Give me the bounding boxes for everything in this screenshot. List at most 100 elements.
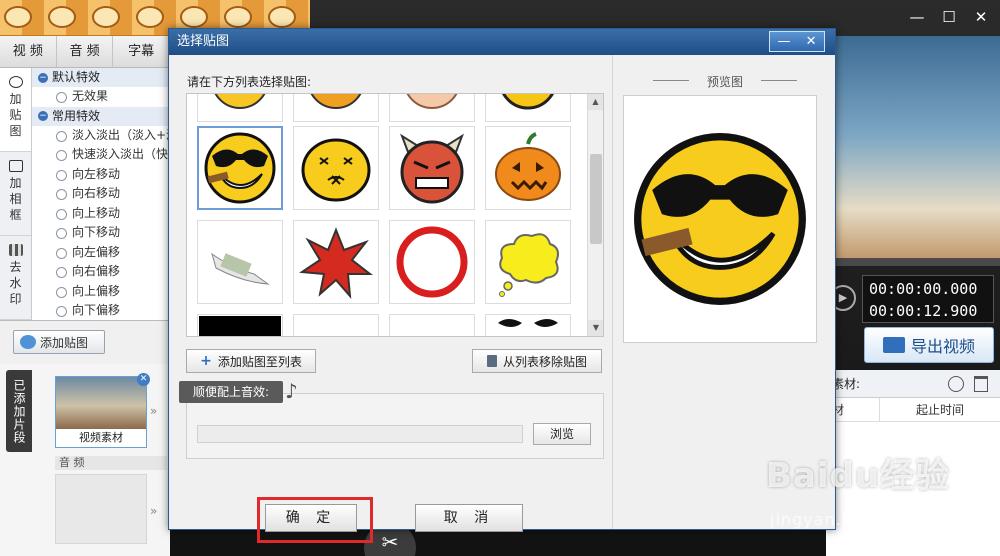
effect-group-default[interactable]: − 默认特效 <box>32 68 170 87</box>
decor-sticker <box>268 6 296 28</box>
time-current: 00:00:00.000 <box>869 280 978 298</box>
dialog-close-button[interactable]: ✕ <box>806 29 817 55</box>
sticker-sunglasses-cigar[interactable] <box>197 126 283 210</box>
effect-item-label: 向上移动 <box>72 205 121 220</box>
add-to-list-label: 添加贴图至列表 <box>217 354 302 369</box>
decor-sticker <box>92 6 120 28</box>
window-controls: — ☐ ✕ <box>908 8 990 26</box>
effect-item-label: 向下移动 <box>72 225 121 239</box>
clip-thumbnail[interactable]: 视频素材 <box>55 376 147 448</box>
sound-file-input[interactable] <box>197 425 523 443</box>
sticker-red-ring[interactable] <box>389 220 475 304</box>
playback-progress[interactable] <box>826 258 1000 266</box>
col-start-time: 起止时间 <box>915 403 964 417</box>
dialog-minimize-button[interactable]: — <box>778 29 791 55</box>
sticker-peach-face-partial[interactable] <box>389 94 475 122</box>
effect-item[interactable]: 淡入淡出（淡入+淡 <box>32 126 170 146</box>
tab-audio[interactable]: 音 频 <box>57 36 114 67</box>
mosaic-icon <box>8 244 23 256</box>
browse-button[interactable]: 浏览 <box>533 423 591 445</box>
effect-item[interactable]: 向下偏移 <box>32 301 170 320</box>
sticker-orange-face-partial[interactable] <box>293 94 379 122</box>
side-tab-frame[interactable]: 加 相 框 <box>0 152 31 236</box>
effect-item-label: 向左移动 <box>72 166 121 181</box>
add-sticker-to-list-button[interactable]: + 添加贴图至列表 <box>186 349 316 373</box>
side-tab-remove-watermark[interactable]: 去 水 印 <box>0 236 31 320</box>
tab-video[interactable]: 视 频 <box>0 36 57 67</box>
preview-sticker-sunglasses-cigar <box>634 133 806 305</box>
audio-slot[interactable] <box>55 474 147 544</box>
add-sticker-button[interactable]: 添加贴图 <box>13 330 105 354</box>
export-video-button[interactable]: 导出视频 <box>864 327 994 363</box>
clip-label: 视频素材 <box>79 431 123 444</box>
effects-list: − 默认特效 无效果 − 常用特效 淡入淡出（淡入+淡 快速淡入淡出（快 向左移… <box>32 68 170 320</box>
scroll-up-icon[interactable]: ▲ <box>588 94 603 110</box>
effect-item[interactable]: 向右偏移 <box>32 262 170 282</box>
add-sticker-label: 添加贴图 <box>40 335 89 350</box>
effect-group-common[interactable]: − 常用特效 <box>32 106 170 126</box>
sticker-devil-face[interactable] <box>389 126 475 210</box>
side-tab-label: 去 水 印 <box>9 260 22 306</box>
dialog-title-bar: 选择贴图 — ✕ <box>169 29 835 55</box>
ok-button-highlight <box>257 497 373 543</box>
sticker-pumpkin[interactable] <box>485 126 571 210</box>
effect-item[interactable]: 向右移动 <box>32 184 170 204</box>
effect-item-label: 向右偏移 <box>72 264 121 278</box>
cancel-button[interactable]: 取 消 <box>415 504 523 532</box>
video-preview <box>826 36 1000 258</box>
clip-remove-icon[interactable]: ✕ <box>137 373 150 386</box>
main-tabs: 视 频 音 频 字幕 <box>0 36 171 68</box>
back-icon[interactable] <box>948 376 964 392</box>
effect-item[interactable]: 快速淡入淡出（快 <box>32 145 170 165</box>
collapse-icon: − <box>38 72 48 83</box>
sticker-preview <box>623 95 817 343</box>
sticker-yellow-cloud[interactable] <box>485 220 571 304</box>
effect-item[interactable]: 向上偏移 <box>32 282 170 302</box>
minimize-button[interactable]: — <box>908 8 926 26</box>
sticker-puffed-face[interactable] <box>293 126 379 210</box>
sticker-empty[interactable] <box>389 314 475 336</box>
maximize-button[interactable]: ☐ <box>940 8 958 26</box>
sticker-black-bar[interactable] <box>197 314 283 336</box>
sticker-red-burst[interactable] <box>293 220 379 304</box>
sticker-smiley-partial[interactable] <box>197 94 283 122</box>
remove-from-list-label: 从列表移除贴图 <box>502 354 587 369</box>
sticker-yellow-face-partial[interactable] <box>485 94 571 122</box>
dialog-body: 请在下方列表选择贴图: ▲ ▼ + 添加贴图至列表 从列表移除贴图 顺便配上音效… <box>169 55 835 543</box>
remove-sticker-from-list-button[interactable]: 从列表移除贴图 <box>472 349 602 373</box>
effect-group-label: 常用特效 <box>52 108 101 123</box>
effect-item-label: 向右移动 <box>72 186 121 200</box>
effect-item[interactable]: 向左偏移 <box>32 243 170 263</box>
decor-sticker <box>48 6 76 28</box>
baidu-watermark-url: jingyan.baidu.com <box>770 510 935 529</box>
sticker-grid: ▲ ▼ <box>186 93 604 337</box>
sound-effect-label: 顺便配上音效: <box>179 381 284 403</box>
scroll-thumb[interactable] <box>590 154 602 244</box>
material-title: 素材: <box>832 377 861 391</box>
side-tab-sticker[interactable]: 加 贴 图 <box>0 68 31 152</box>
effect-item[interactable]: 向下移动 <box>32 223 170 243</box>
trash-icon[interactable] <box>974 376 988 392</box>
export-icon <box>882 337 905 353</box>
sticker-banknotes[interactable] <box>197 220 283 304</box>
effect-item[interactable]: 向上移动 <box>32 204 170 224</box>
baidu-watermark: Baidu经验 <box>766 456 951 496</box>
export-label: 导出视频 <box>910 337 975 356</box>
trash-icon <box>486 355 497 367</box>
sticker-mustache[interactable] <box>485 314 571 336</box>
app-window: — ☐ ✕ 视 频 音 频 字幕 加 贴 图 加 相 框 去 水 印 − 默认特… <box>0 0 1000 556</box>
dialog-window-controls: — ✕ <box>769 31 825 52</box>
clips-label: 已添加片段 <box>6 370 32 452</box>
sticker-grid-scrollbar[interactable]: ▲ ▼ <box>587 94 603 336</box>
side-tab-label: 加 相 框 <box>9 176 22 222</box>
scroll-down-icon[interactable]: ▼ <box>588 320 603 336</box>
tab-subtitle[interactable]: 字幕 <box>113 36 171 67</box>
sticker-empty[interactable] <box>293 314 379 336</box>
list-label: 请在下方列表选择贴图: <box>187 75 312 89</box>
time-display: 00:00:00.000 00:00:12.900 <box>862 275 994 323</box>
effect-item[interactable]: 无效果 <box>32 87 170 107</box>
side-tabs: 加 贴 图 加 相 框 去 水 印 <box>0 68 32 320</box>
close-button[interactable]: ✕ <box>972 8 990 26</box>
effect-item[interactable]: 向左移动 <box>32 165 170 185</box>
effect-item-label: 向下偏移 <box>72 303 121 317</box>
